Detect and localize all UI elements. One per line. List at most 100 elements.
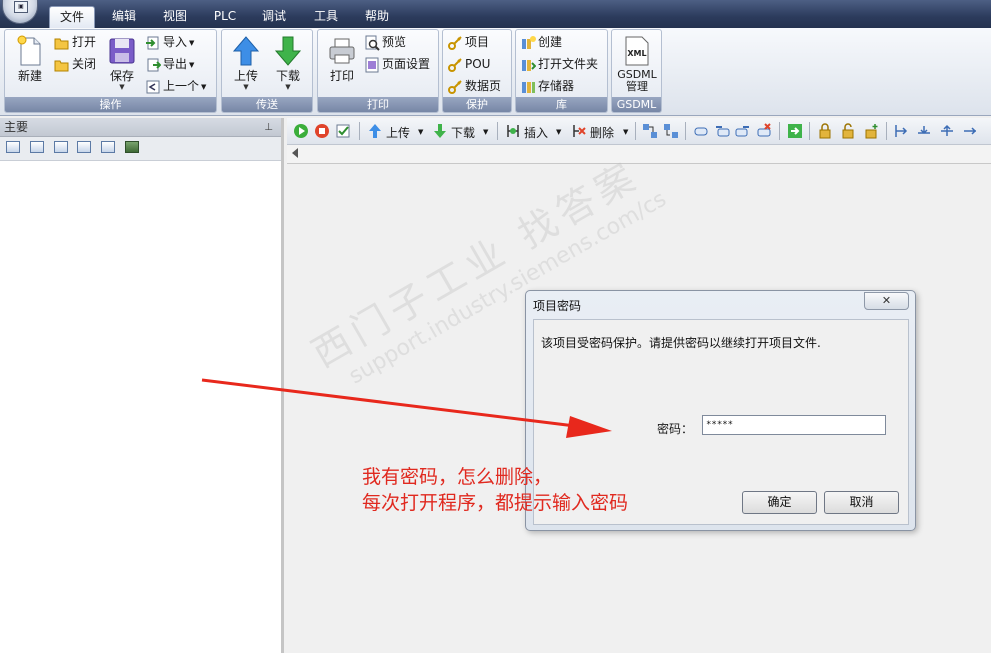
line-down-icon[interactable] xyxy=(916,123,932,139)
tab-view[interactable]: 视图 xyxy=(152,6,198,28)
toolbar-separator xyxy=(685,122,686,140)
chevron-down-icon[interactable]: ▼ xyxy=(623,128,628,136)
password-input[interactable] xyxy=(702,415,886,435)
export-button[interactable]: 导出 ▼ xyxy=(145,54,194,74)
chevron-down-icon[interactable]: ▼ xyxy=(418,128,423,136)
key-icon xyxy=(448,35,462,50)
xml-file-icon: XML xyxy=(625,36,649,66)
delete-icon[interactable] xyxy=(571,123,587,139)
import-icon xyxy=(146,36,159,49)
tab-help[interactable]: 帮助 xyxy=(354,6,400,28)
project-tree[interactable] xyxy=(0,162,281,653)
run-icon[interactable] xyxy=(293,123,309,139)
lock-icon[interactable] xyxy=(817,123,833,139)
view-icon-1[interactable] xyxy=(6,141,20,153)
scroll-left-icon[interactable] xyxy=(292,148,298,158)
computer-icon[interactable] xyxy=(125,141,140,153)
compile-check-icon[interactable] xyxy=(335,123,351,139)
group-label-transfer: 传送 xyxy=(222,97,312,112)
lock-add-icon[interactable] xyxy=(863,123,879,139)
new-document-icon xyxy=(17,35,41,66)
ok-button[interactable]: 确定 xyxy=(742,491,817,514)
ribbon-group-operate: 新建 打开 关闭 保存 ▼ 导入 ▼ 导出 ▼ 上一个 ▼ 操作 xyxy=(4,29,217,113)
printer-icon xyxy=(329,38,355,64)
cancel-button[interactable]: 取消 xyxy=(824,491,899,514)
pin-icon[interactable]: ⊥ xyxy=(264,118,273,137)
print-button[interactable]: 打印 xyxy=(321,33,363,97)
protect-data-page-button[interactable]: 数据页 xyxy=(447,76,501,96)
contact-icon[interactable] xyxy=(693,123,709,139)
arrow-down-icon[interactable] xyxy=(432,123,448,139)
branch-left-icon[interactable] xyxy=(714,123,730,139)
close-icon[interactable]: ✕ xyxy=(864,292,909,310)
toolbar-separator xyxy=(779,122,780,140)
previous-button[interactable]: 上一个 ▼ xyxy=(145,76,206,96)
folder-open-icon xyxy=(54,38,69,49)
tab-plc[interactable]: PLC xyxy=(203,6,247,28)
tab-edit[interactable]: 编辑 xyxy=(101,6,147,28)
branch-right-icon[interactable] xyxy=(735,123,751,139)
page-setup-button[interactable]: 页面设置 xyxy=(364,54,430,74)
unlock-icon[interactable] xyxy=(840,123,856,139)
gsdml-manage-button[interactable]: XML GSDML 管理 xyxy=(616,33,658,97)
toolbar-separator xyxy=(497,122,498,140)
group-label-operate: 操作 xyxy=(5,97,216,112)
group-label-gsdml: GSDML xyxy=(612,97,661,112)
upload-dropdown-icon[interactable]: ▼ xyxy=(225,83,267,91)
arrow-down-icon xyxy=(274,36,302,66)
save-button[interactable]: 保存 ▼ xyxy=(101,33,143,97)
view-icon-2[interactable] xyxy=(29,141,44,153)
insert-icon[interactable] xyxy=(505,123,521,139)
title-bar: ▣ 文件 编辑 视图 PLC 调试 工具 帮助 xyxy=(0,0,991,28)
arrow-up-icon xyxy=(232,36,260,66)
toolbar-delete[interactable]: 删除 xyxy=(590,124,614,141)
line-vertical-icon[interactable] xyxy=(893,123,909,139)
chevron-down-icon: ▼ xyxy=(201,82,207,91)
arrow-up-icon[interactable] xyxy=(367,123,383,139)
ribbon-group-gsdml: XML GSDML 管理 GSDML xyxy=(611,29,662,113)
ribbon-group-library: 创建 打开文件夹 存储器 库 xyxy=(515,29,608,113)
goto-icon[interactable] xyxy=(787,123,803,139)
application-menu-button[interactable]: ▣ xyxy=(2,0,38,24)
open-button[interactable]: 打开 xyxy=(54,32,96,52)
network-icon[interactable] xyxy=(642,123,658,139)
protect-project-button[interactable]: 项目 xyxy=(447,32,489,52)
stop-icon[interactable] xyxy=(314,123,330,139)
close-button[interactable]: 关闭 xyxy=(54,54,96,74)
toolbar-upload[interactable]: 上传 xyxy=(386,124,410,141)
view-icon-5[interactable] xyxy=(101,141,116,153)
import-button[interactable]: 导入 ▼ xyxy=(145,32,194,52)
panel-title: 主要 xyxy=(4,120,29,134)
floppy-disk-icon xyxy=(109,38,135,64)
network-edit-icon[interactable] xyxy=(663,123,679,139)
delete-branch-icon[interactable] xyxy=(756,123,772,139)
save-dropdown-icon[interactable]: ▼ xyxy=(101,83,143,91)
library-create-button[interactable]: 创建 xyxy=(520,32,562,52)
group-label-print: 打印 xyxy=(318,97,438,112)
line-up-icon[interactable] xyxy=(939,123,955,139)
library-memory-button[interactable]: 存储器 xyxy=(520,76,574,96)
preview-button[interactable]: 预览 xyxy=(364,32,406,52)
folder-close-icon xyxy=(54,60,69,71)
chevron-down-icon[interactable]: ▼ xyxy=(556,128,561,136)
line-right-icon[interactable] xyxy=(962,123,978,139)
tab-debug[interactable]: 调试 xyxy=(251,6,297,28)
annotation-text: 我有密码，怎么删除， 每次打开程序，都提示输入密码 xyxy=(362,464,628,516)
toolbar-download[interactable]: 下载 xyxy=(451,124,475,141)
tab-tools[interactable]: 工具 xyxy=(303,6,349,28)
project-tree-panel: 主要 ⊥ xyxy=(0,118,284,653)
tab-file[interactable]: 文件 xyxy=(49,6,95,28)
toolbar-insert[interactable]: 插入 xyxy=(524,124,548,141)
chevron-down-icon[interactable]: ▼ xyxy=(483,128,488,136)
magnifier-icon xyxy=(365,35,380,51)
previous-icon xyxy=(146,80,160,93)
library-open-folder-button[interactable]: 打开文件夹 xyxy=(520,54,598,74)
new-button[interactable]: 新建 xyxy=(9,33,51,97)
download-button[interactable]: 下载 ▼ xyxy=(267,33,309,97)
download-dropdown-icon[interactable]: ▼ xyxy=(267,83,309,91)
upload-button[interactable]: 上传 ▼ xyxy=(225,33,267,97)
view-icon-3[interactable] xyxy=(53,141,68,153)
view-icon-4[interactable] xyxy=(77,141,92,153)
app-logo-icon: ▣ xyxy=(14,1,28,13)
protect-pou-button[interactable]: POU xyxy=(447,54,490,74)
